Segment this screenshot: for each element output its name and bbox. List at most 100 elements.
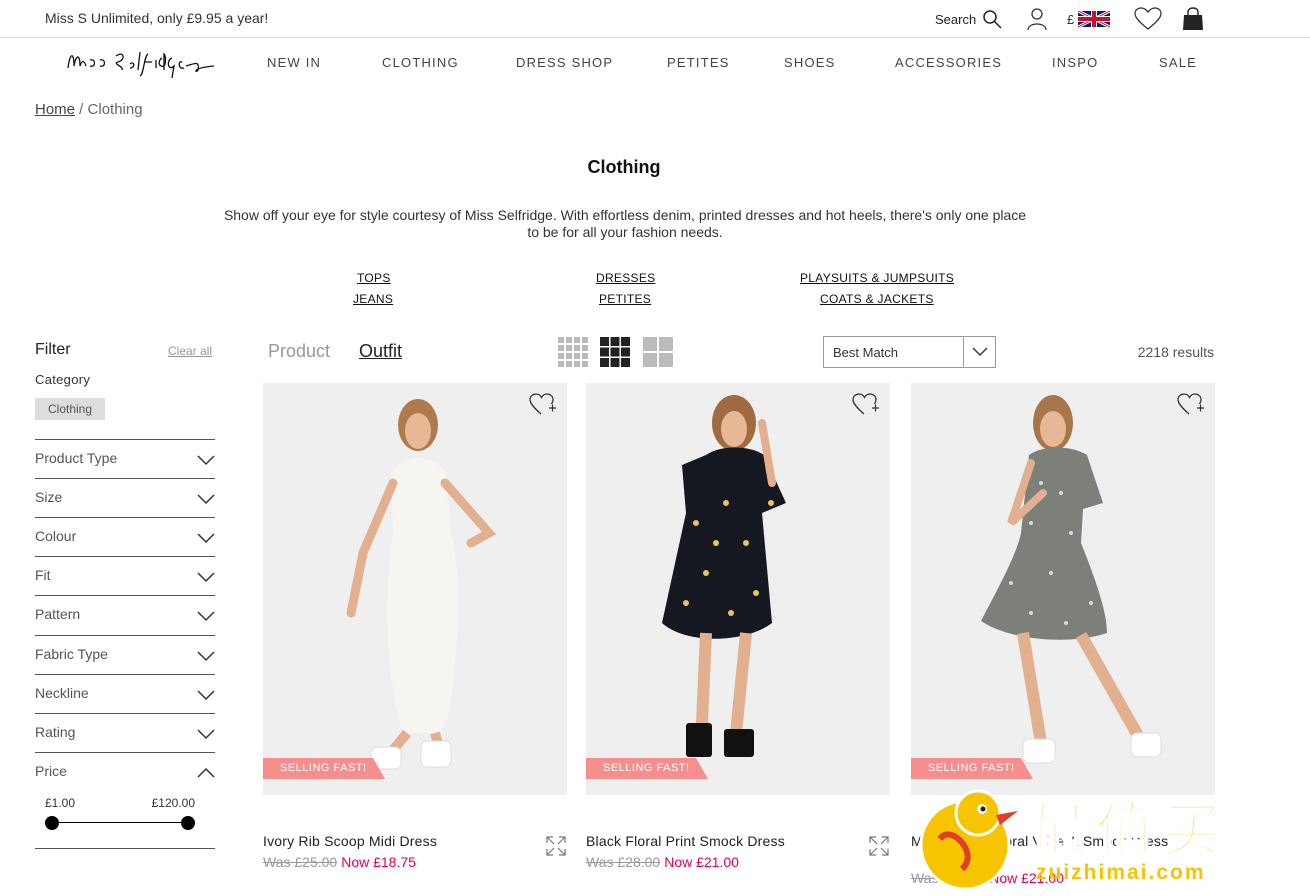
promo-banner[interactable]: Miss S Unlimited, only £9.95 a year! (45, 10, 268, 26)
category-link-playsuits[interactable]: PLAYSUITS & JUMPSUITS (800, 271, 954, 285)
search-button[interactable]: Search (935, 6, 1002, 32)
nav-shoes[interactable]: SHOES (784, 55, 836, 70)
product-price: Was £25.00 Now £18.75 (263, 854, 416, 870)
facet-label: Rating (35, 724, 76, 740)
results-count: 2218 results (1137, 344, 1214, 360)
product-name[interactable]: Black Floral Print Smock Dress (586, 833, 856, 849)
account-button[interactable] (1026, 6, 1048, 32)
breadcrumb-separator: / (75, 101, 88, 118)
sort-value: Best Match (833, 345, 899, 360)
category-link-coats[interactable]: COATS & JACKETS (820, 292, 934, 306)
was-price: Was £28.00 (586, 854, 661, 870)
chevron-down-icon (197, 611, 215, 622)
quick-view-expand-icon[interactable] (868, 835, 890, 857)
bag-button[interactable] (1182, 6, 1204, 32)
filter-title: Filter (35, 341, 71, 358)
nav-new-in[interactable]: NEW IN (267, 55, 321, 70)
chevron-down-icon (197, 494, 215, 505)
nav-accessories[interactable]: ACCESSORIES (895, 55, 1002, 70)
category-link-dresses[interactable]: DRESSES (596, 271, 655, 285)
chevron-down-icon (197, 533, 215, 544)
currency-symbol: £ (1067, 11, 1075, 27)
model-figure (346, 399, 497, 770)
price-slider-track[interactable] (52, 822, 188, 823)
brand-logo[interactable] (64, 46, 216, 86)
product-card[interactable]: SELLING FAST! Black Floral Print Smock D… (586, 383, 890, 870)
now-price: Now £18.75 (341, 854, 416, 870)
category-label: Category (35, 372, 91, 387)
nav-dress-shop[interactable]: DRESS SHOP (516, 55, 613, 70)
facet-rating[interactable]: Rating (35, 713, 215, 752)
wishlist-add-icon[interactable] (529, 393, 557, 417)
chevron-down-icon (197, 651, 215, 662)
duck-mascot-logo (920, 789, 1018, 891)
chevron-up-icon (197, 767, 215, 778)
selling-fast-badge: SELLING FAST! (911, 758, 1033, 779)
price-max-label: £120.00 (151, 796, 195, 810)
facet-label: Neckline (35, 685, 89, 701)
breadcrumb: Home / Clothing (35, 101, 143, 118)
category-link-jeans[interactable]: JEANS (353, 292, 393, 306)
facet-fabric-type[interactable]: Fabric Type (35, 635, 215, 674)
badge-label: SELLING FAST! (280, 762, 367, 774)
user-icon (1027, 8, 1047, 31)
price-slider-min-handle[interactable] (45, 816, 59, 830)
active-filter-chip[interactable]: Clothing (35, 398, 105, 420)
category-link-petites[interactable]: PETITES (599, 292, 651, 306)
facet-size[interactable]: Size (35, 478, 215, 517)
facet-label: Fabric Type (35, 646, 108, 662)
breadcrumb-home[interactable]: Home (35, 101, 75, 118)
model-figure (981, 395, 1162, 764)
nav-inspo[interactable]: INSPO (1052, 55, 1098, 70)
logo-wordmark (67, 51, 215, 79)
product-card[interactable]: SELLING FAST! Multi Colour Floral V Neck… (911, 383, 1215, 886)
wishlist-add-icon[interactable] (1177, 393, 1205, 417)
badge-label: SELLING FAST! (603, 762, 690, 774)
selling-fast-badge: SELLING FAST! (586, 758, 708, 779)
page-description: Show off your eye for style courtesy of … (223, 207, 1027, 240)
view-outfit-toggle[interactable]: Outfit (359, 341, 402, 362)
product-image[interactable]: SELLING FAST! (263, 383, 567, 795)
quick-view-expand-icon[interactable] (545, 835, 567, 857)
page-title: Clothing (587, 157, 661, 177)
was-price: Was £25.00 (263, 854, 338, 870)
grid-3-icon[interactable] (600, 337, 630, 367)
facet-label: Colour (35, 528, 77, 544)
facet-neckline[interactable]: Neckline (35, 674, 215, 713)
nav-clothing[interactable]: CLOTHING (382, 55, 459, 70)
wishlist-add-icon[interactable] (852, 393, 880, 417)
product-price: Was £28.00Now £21.00 (586, 854, 739, 870)
shopping-bag-icon (1183, 7, 1203, 30)
facet-fit[interactable]: Fit (35, 556, 215, 595)
chevron-down-icon (197, 690, 215, 701)
product-image[interactable]: SELLING FAST! (586, 383, 890, 795)
clear-all-link[interactable]: Clear all (168, 344, 212, 358)
sort-dropdown-toggle[interactable] (963, 337, 995, 367)
search-icon (983, 10, 1002, 29)
facet-colour[interactable]: Colour (35, 517, 215, 556)
currency-selector[interactable]: £ (1067, 6, 1111, 32)
facet-pattern[interactable]: Pattern (35, 595, 215, 634)
wishlist-button[interactable] (1134, 6, 1162, 32)
price-range: £1.00 £120.00 (35, 790, 215, 849)
view-product-toggle[interactable]: Product (268, 341, 330, 362)
breadcrumb-current: Clothing (87, 101, 143, 118)
facet-label: Pattern (35, 606, 81, 622)
facet-product-type[interactable]: Product Type (35, 439, 215, 478)
selling-fast-badge: SELLING FAST! (263, 758, 385, 779)
grid-2-icon[interactable] (643, 337, 673, 367)
chevron-down-icon (972, 347, 988, 356)
product-image[interactable]: SELLING FAST! (911, 383, 1215, 795)
chevron-down-icon (197, 729, 215, 740)
now-price: Now £21.00 (664, 854, 739, 870)
sort-select[interactable]: Best Match (823, 336, 996, 368)
facet-label: Fit (35, 567, 51, 583)
price-slider-max-handle[interactable] (181, 816, 195, 830)
nav-petites[interactable]: PETITES (667, 55, 730, 70)
nav-sale[interactable]: SALE (1159, 55, 1197, 70)
facet-price[interactable]: Price (35, 752, 215, 791)
grid-4-icon[interactable] (558, 337, 588, 367)
product-card[interactable]: SELLING FAST! Ivory Rib Scoop Midi Dress… (263, 383, 567, 870)
category-link-tops[interactable]: TOPS (357, 271, 391, 285)
product-name[interactable]: Ivory Rib Scoop Midi Dress (263, 833, 533, 849)
